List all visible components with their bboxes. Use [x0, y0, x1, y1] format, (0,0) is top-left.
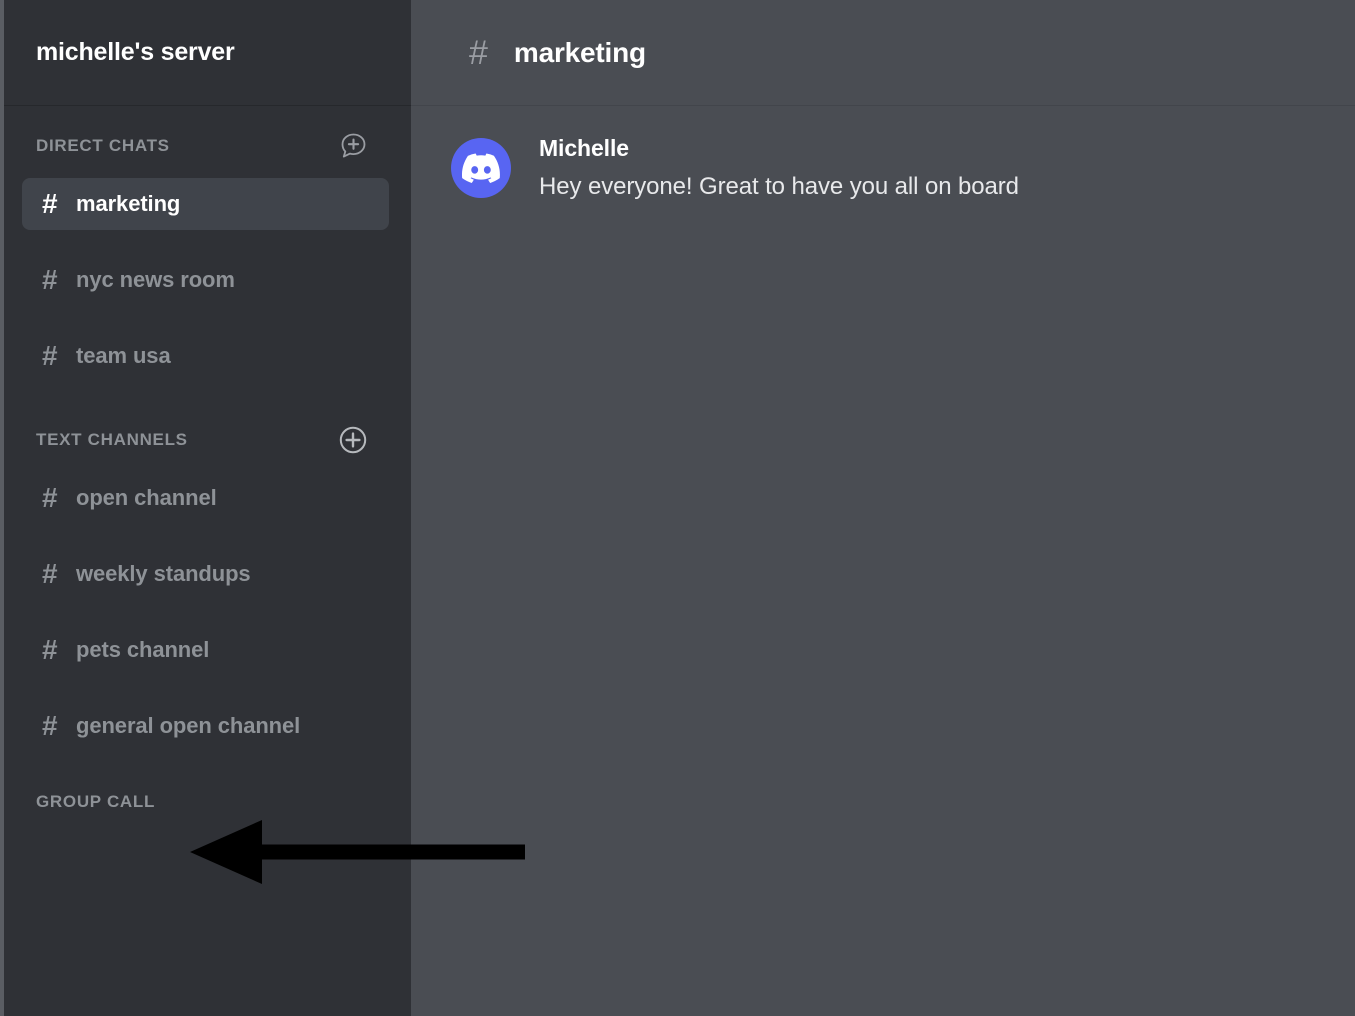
section-title-group-call: GROUP CALL [36, 792, 156, 811]
chat-bubble-plus-icon[interactable] [337, 130, 369, 162]
channel-label: pets channel [76, 637, 210, 662]
message-list: Michelle Hey everyone! Great to have you… [411, 106, 1355, 1016]
section-header-direct-chats: DIRECT CHATS [0, 126, 411, 166]
sidebar: michelle's server DIRECT CHATS # marketi… [0, 0, 411, 1016]
section-title-text-channels: TEXT CHANNELS [36, 430, 188, 449]
main-content: # marketing Michelle Hey everyone! Great… [411, 0, 1355, 1016]
channel-label: marketing [76, 191, 181, 216]
channel-label: general open channel [76, 713, 301, 738]
channel-list-direct-chats: # marketing # nyc news room # team usa [0, 178, 411, 382]
section-header-text-channels: TEXT CHANNELS [0, 420, 411, 460]
channel-header: # marketing [411, 0, 1355, 106]
message-item: Michelle Hey everyone! Great to have you… [411, 134, 1355, 205]
message-author: Michelle [539, 135, 629, 161]
sidebar-item-nyc-news-room[interactable]: # nyc news room [22, 254, 389, 306]
server-title: michelle's server [36, 38, 235, 66]
channel-label: open channel [76, 485, 217, 510]
page-title: marketing [513, 36, 646, 68]
sidebar-item-general-open-channel[interactable]: # general open channel [22, 700, 389, 752]
sidebar-item-weekly-standups[interactable]: # weekly standups [22, 548, 389, 600]
hash-icon: # [42, 710, 58, 741]
channel-label: nyc news room [76, 267, 235, 292]
message-body: Michelle Hey everyone! Great to have you… [539, 134, 1019, 205]
sidebar-body: DIRECT CHATS # marketing # nyc news room [0, 106, 411, 1016]
hash-icon: # [42, 558, 58, 589]
hash-icon: # [42, 188, 58, 219]
sidebar-item-pets-channel[interactable]: # pets channel [22, 624, 389, 676]
avatar[interactable] [451, 138, 511, 198]
discord-logo-icon [462, 149, 500, 187]
channel-label: team usa [76, 343, 171, 368]
message-text: Hey everyone! Great to have you all on b… [539, 172, 1019, 200]
window-left-border [0, 0, 4, 1016]
section-title-direct-chats: DIRECT CHATS [36, 136, 170, 155]
sidebar-item-open-channel[interactable]: # open channel [22, 472, 389, 524]
hash-icon: # [42, 482, 58, 513]
circle-plus-icon[interactable] [337, 424, 369, 456]
server-header[interactable]: michelle's server [0, 0, 411, 106]
app-window: michelle's server DIRECT CHATS # marketi… [0, 0, 1355, 1016]
hash-icon: # [42, 634, 58, 665]
channel-label: weekly standups [76, 561, 251, 586]
hash-icon: # [469, 33, 488, 72]
section-header-group-call: GROUP CALL [0, 782, 411, 822]
sidebar-item-marketing[interactable]: # marketing [22, 178, 389, 230]
hash-icon: # [42, 340, 58, 371]
sidebar-item-team-usa[interactable]: # team usa [22, 330, 389, 382]
hash-icon: # [42, 264, 58, 295]
channel-list-text-channels: # open channel # weekly standups # pets … [0, 472, 411, 752]
